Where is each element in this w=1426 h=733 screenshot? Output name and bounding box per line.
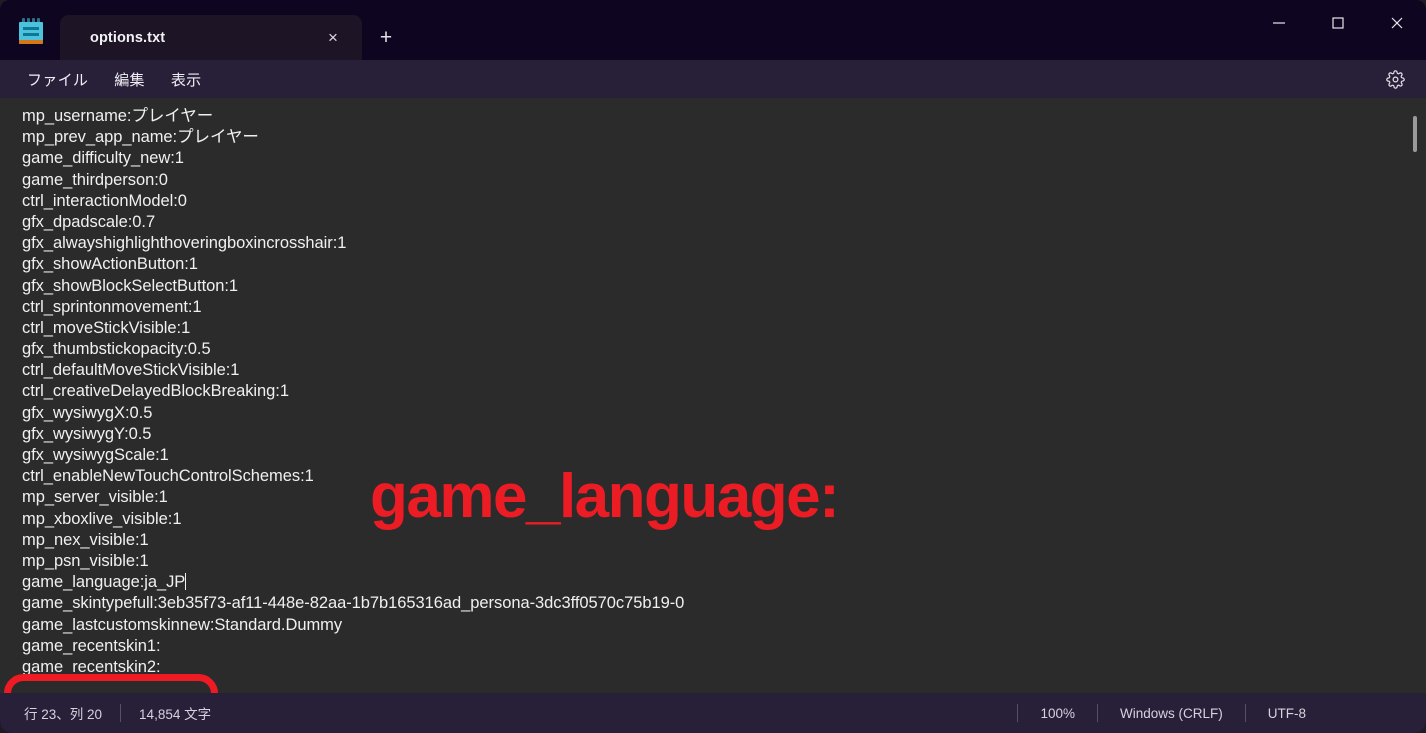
editor-line: gfx_wysiwygScale:1 xyxy=(22,446,169,464)
editor-line: game_lastcustomskinnew:Standard.Dummy xyxy=(22,615,343,634)
character-count: 14,854 文字 xyxy=(139,707,212,722)
maximize-button[interactable] xyxy=(1308,0,1367,45)
line-ending[interactable]: Windows (CRLF) xyxy=(1098,706,1245,721)
editor-line: mp_username:プレイヤー xyxy=(22,107,214,125)
zoom-level[interactable]: 100% xyxy=(1018,706,1097,721)
editor-line: gfx_wysiwygY:0.5 xyxy=(22,424,152,443)
editor-line: ctrl_defaultMoveStickVisible:1 xyxy=(22,361,240,380)
notepad-window: options.txt × + ファイル 編集 表示 mp_username:プ… xyxy=(0,0,1426,733)
editor-line: game_recentskin2: xyxy=(22,657,161,676)
editor-line: game_recentskin1: xyxy=(22,636,161,655)
editor-line-cursor[interactable]: game_language:ja_JP xyxy=(22,572,1402,593)
tab-strip: options.txt × + xyxy=(60,12,410,60)
editor-line: gfx_showBlockSelectButton:1 xyxy=(22,276,239,295)
menu-bar: ファイル 編集 表示 xyxy=(0,60,1426,98)
title-bar: options.txt × + xyxy=(0,0,1426,60)
editor-line: ctrl_creativeDelayedBlockBreaking:1 xyxy=(22,382,289,401)
editor-line: mp_xboxlive_visible:1 xyxy=(22,509,182,528)
cursor-line-text: game_language:ja_JP xyxy=(22,573,186,592)
editor-line: mp_server_visible:1 xyxy=(22,488,168,507)
editor-line: game_skintypefull:3eb35f73-af11-448e-82a… xyxy=(22,594,685,613)
scrollbar-thumb[interactable] xyxy=(1413,116,1417,152)
status-right: 100% Windows (CRLF) UTF-8 xyxy=(1017,704,1426,722)
app-root: options.txt × + ファイル 編集 表示 mp_username:プ… xyxy=(0,0,1426,733)
new-tab-button[interactable]: + xyxy=(362,15,410,60)
gear-icon[interactable] xyxy=(1382,66,1408,92)
vertical-scrollbar[interactable] xyxy=(1408,98,1422,693)
status-left: 行 23、列 20 14,854 文字 xyxy=(0,703,229,723)
status-bar: 行 23、列 20 14,854 文字 100% Windows (CRLF) … xyxy=(0,693,1426,733)
close-button[interactable] xyxy=(1367,0,1426,45)
window-controls xyxy=(1249,0,1426,45)
editor-line: gfx_alwayshighlighthoveringboxincrosshai… xyxy=(22,234,347,253)
editor-line: gfx_thumbstickopacity:0.5 xyxy=(22,340,211,359)
editor-line: ctrl_enableNewTouchControlSchemes:1 xyxy=(22,467,314,486)
editor-line: ctrl_interactionModel:0 xyxy=(22,191,187,210)
text-caret xyxy=(185,573,187,591)
menu-item-edit[interactable]: 編集 xyxy=(101,65,158,94)
editor-line: gfx_dpadscale:0.7 xyxy=(22,212,156,231)
cursor-position: 行 23、列 20 xyxy=(24,707,103,722)
editor-line: mp_nex_visible:1 xyxy=(22,530,149,549)
editor-line: game_thirdperson:0 xyxy=(22,170,168,189)
text-editor[interactable]: mp_username:プレイヤー mp_prev_app_name:プレイヤーg… xyxy=(0,98,1426,693)
editor-line: ctrl_sprintonmovement:1 xyxy=(22,297,202,316)
editor-line: game_difficulty_new:1 xyxy=(22,149,184,168)
notepad-icon xyxy=(19,18,43,44)
tab-options-txt[interactable]: options.txt × xyxy=(60,15,362,60)
encoding[interactable]: UTF-8 xyxy=(1246,706,1426,721)
menu-item-view[interactable]: 表示 xyxy=(158,65,215,94)
editor-line: gfx_wysiwygX:0.5 xyxy=(22,403,153,422)
editor-line: mp_prev_app_name:プレイヤー xyxy=(22,128,259,147)
editor-line: gfx_showActionButton:1 xyxy=(22,255,198,274)
editor-line: ctrl_moveStickVisible:1 xyxy=(22,318,191,337)
close-icon[interactable]: × xyxy=(318,23,348,53)
tab-label: options.txt xyxy=(90,29,166,46)
editor-lines: mp_username:プレイヤー mp_prev_app_name:プレイヤーg… xyxy=(22,106,1402,678)
editor-line: mp_psn_visible:1 xyxy=(22,551,149,570)
menu-item-file[interactable]: ファイル xyxy=(14,65,101,94)
minimize-button[interactable] xyxy=(1249,0,1308,45)
